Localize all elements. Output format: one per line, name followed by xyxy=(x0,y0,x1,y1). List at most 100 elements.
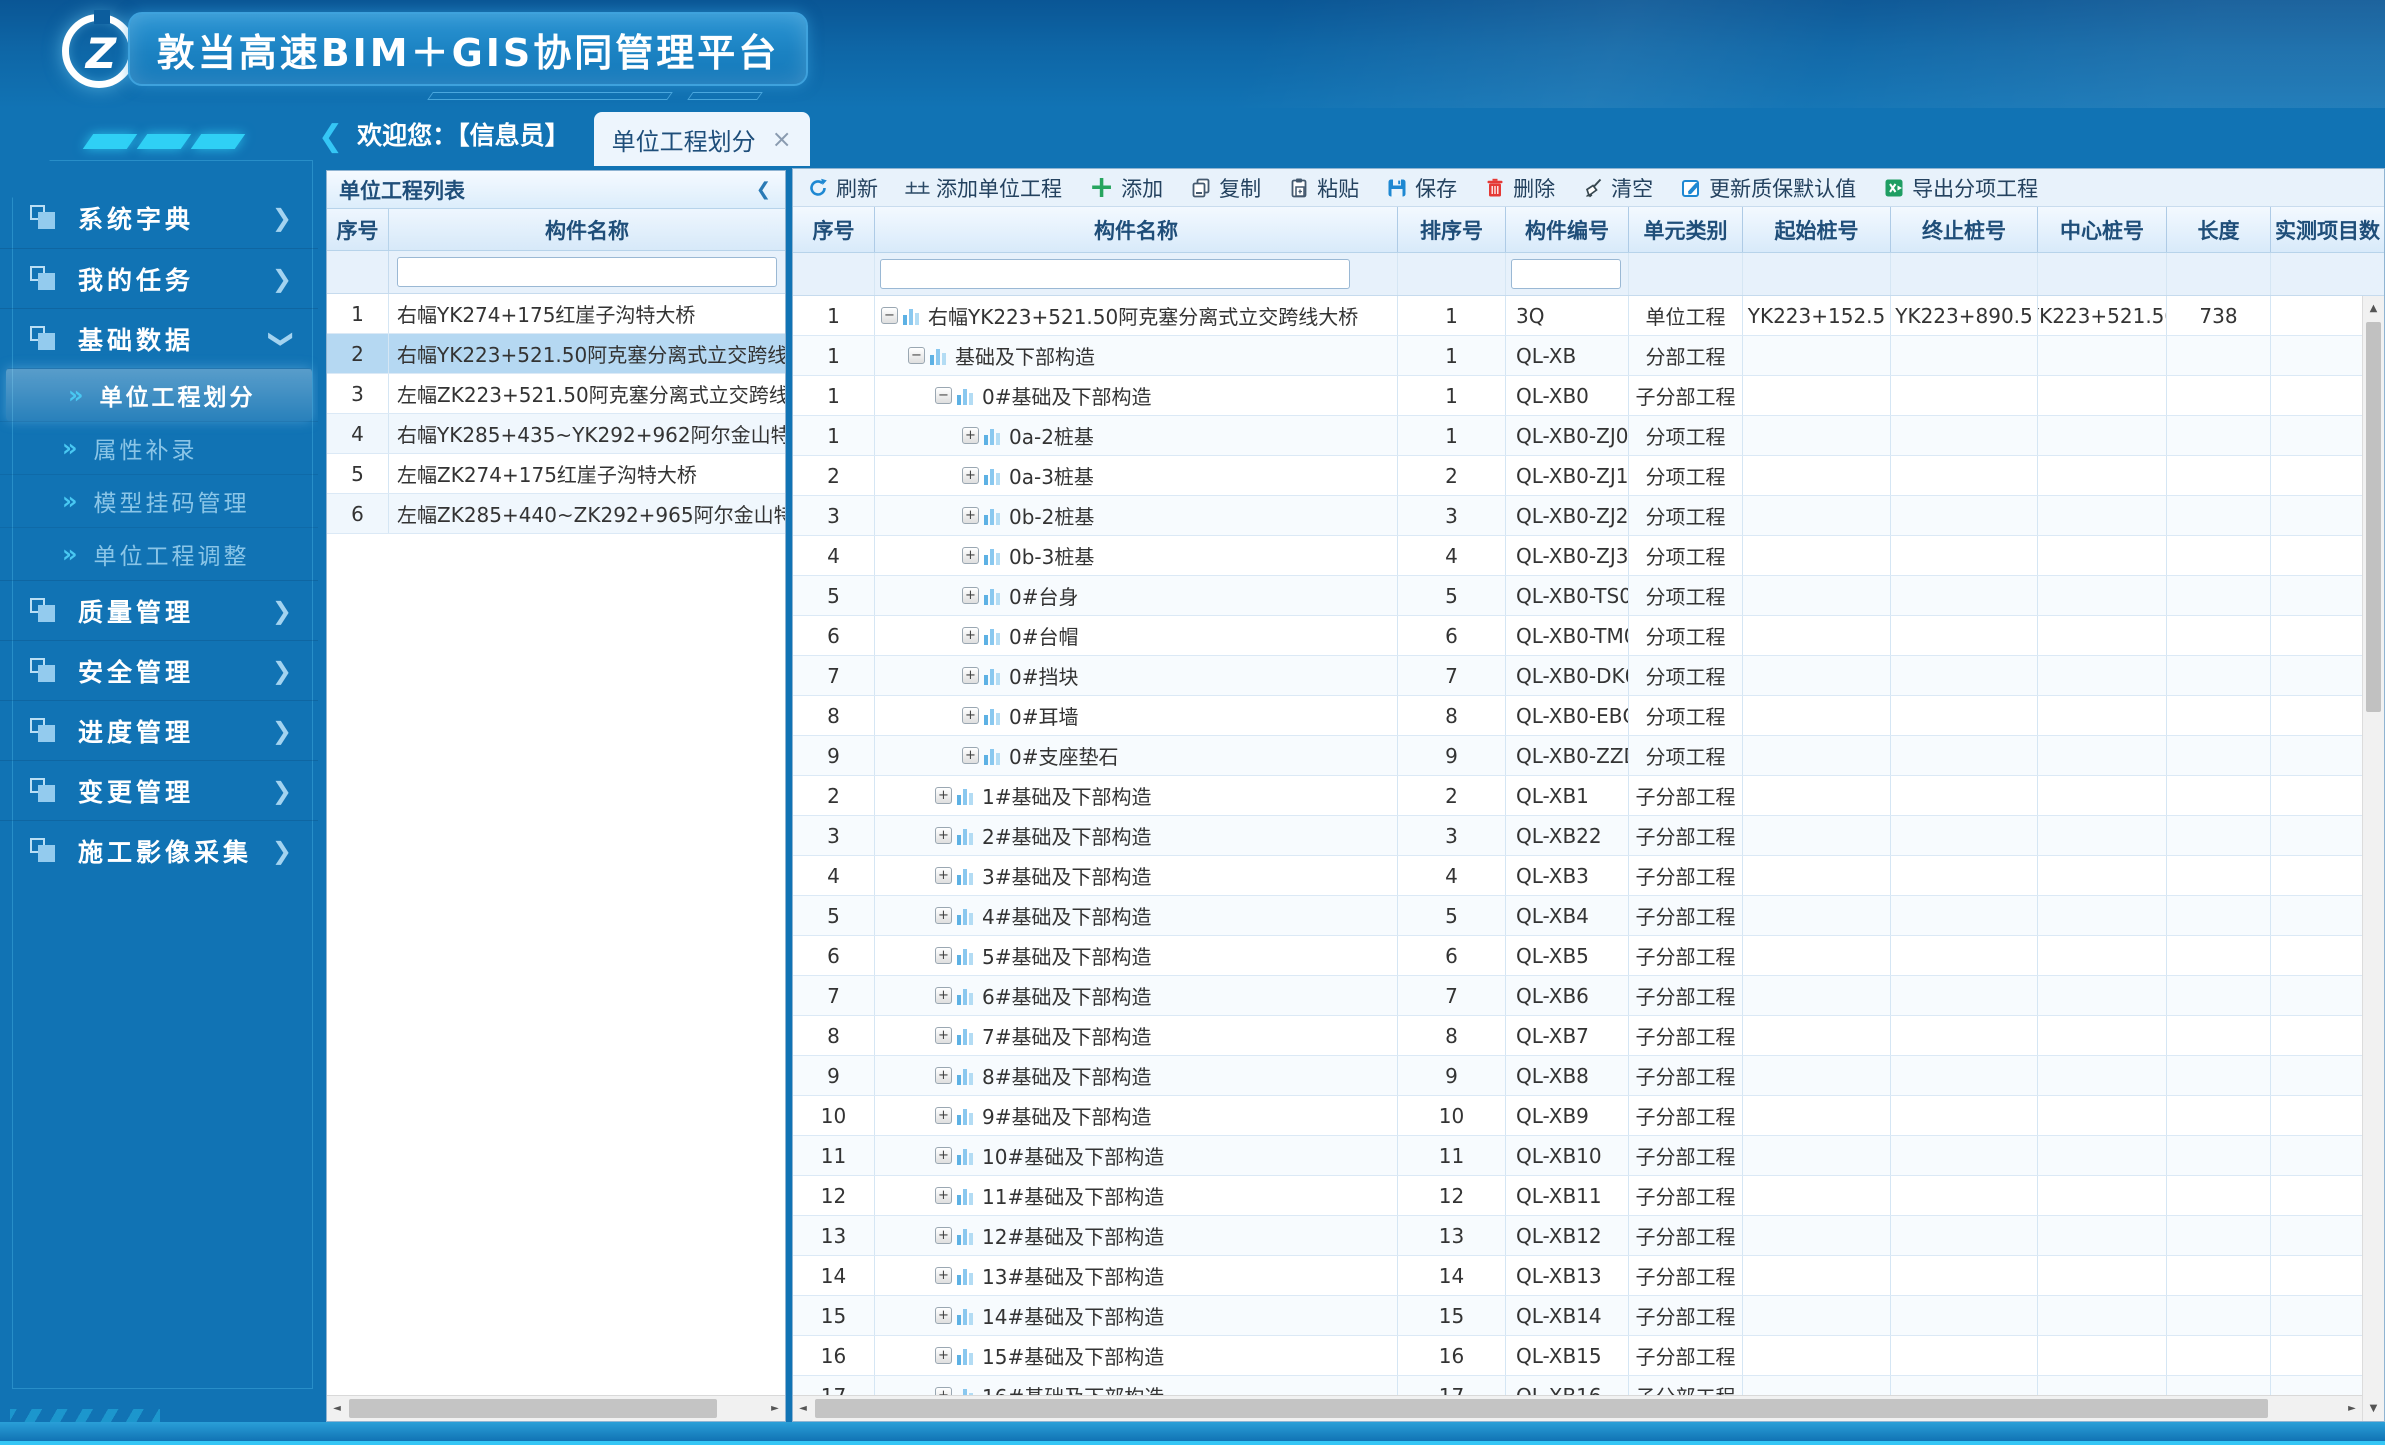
column-header[interactable]: 排序号 xyxy=(1398,207,1506,252)
expand-node-icon[interactable]: + xyxy=(962,427,979,444)
sidebar-item-my-tasks[interactable]: 我的任务❯ xyxy=(0,248,318,308)
sidebar-item-change-management[interactable]: 变更管理❯ xyxy=(0,760,318,820)
unit-list-row[interactable]: 3左幅ZK223+521.50阿克塞分离式立交跨线大桥 xyxy=(327,374,785,414)
table-row[interactable]: 6+5#基础及下部构造6QL-XB5子分部工程 xyxy=(793,936,2384,976)
table-row[interactable]: 1−0#基础及下部构造1QL-XB0子分部工程 xyxy=(793,376,2384,416)
component-code-filter-input[interactable] xyxy=(1511,259,1621,289)
table-row[interactable]: 5+0#台身5QL-XB0-TS0分项工程 xyxy=(793,576,2384,616)
expand-node-icon[interactable]: + xyxy=(935,787,952,804)
expand-node-icon[interactable]: + xyxy=(962,547,979,564)
expand-node-icon[interactable]: + xyxy=(935,827,952,844)
column-header[interactable]: 序号 xyxy=(793,207,875,252)
table-row[interactable]: 8+0#耳墙8QL-XB0-EBQ0分项工程 xyxy=(793,696,2384,736)
delete-button[interactable]: 删除 xyxy=(1484,173,1555,203)
expand-node-icon[interactable]: + xyxy=(962,627,979,644)
copy-button[interactable]: 复制 xyxy=(1190,173,1261,203)
expand-node-icon[interactable]: + xyxy=(935,1307,952,1324)
scroll-left-icon[interactable]: ◄ xyxy=(793,1396,813,1421)
column-header[interactable]: 起始桩号 xyxy=(1743,207,1891,252)
table-row[interactable]: 11+10#基础及下部构造11QL-XB10子分部工程 xyxy=(793,1136,2384,1176)
column-header[interactable]: 构件编号 xyxy=(1506,207,1629,252)
sidebar-item-safety-management[interactable]: 安全管理❯ xyxy=(0,640,318,700)
expand-node-icon[interactable]: + xyxy=(962,507,979,524)
expand-node-icon[interactable]: + xyxy=(935,1187,952,1204)
table-row[interactable]: 10+9#基础及下部构造10QL-XB9子分部工程 xyxy=(793,1096,2384,1136)
table-row[interactable]: 7+0#挡块7QL-XB0-DK0分项工程 xyxy=(793,656,2384,696)
sidebar-item-quality-management[interactable]: 质量管理❯ xyxy=(0,580,318,640)
collapse-node-icon[interactable]: − xyxy=(935,387,952,404)
table-row[interactable]: 2+0a-3桩基2QL-XB0-ZJ1分项工程 xyxy=(793,456,2384,496)
table-row[interactable]: 1−基础及下部构造1QL-XB分部工程 xyxy=(793,336,2384,376)
sidebar-item-unit-project-division[interactable]: »单位工程划分 xyxy=(6,368,312,421)
column-header-name[interactable]: 构件名称 xyxy=(389,209,785,250)
expand-node-icon[interactable]: + xyxy=(962,587,979,604)
table-row[interactable]: 6+0#台帽6QL-XB0-TM0分项工程 xyxy=(793,616,2384,656)
column-header-seq[interactable]: 序号 xyxy=(327,209,389,250)
table-row[interactable]: 2+1#基础及下部构造2QL-XB1子分部工程 xyxy=(793,776,2384,816)
expand-node-icon[interactable]: + xyxy=(962,707,979,724)
expand-node-icon[interactable]: + xyxy=(962,747,979,764)
scroll-down-icon[interactable]: ▼ xyxy=(2363,1398,2384,1418)
expand-node-icon[interactable]: + xyxy=(935,907,952,924)
table-row[interactable]: 9+8#基础及下部构造9QL-XB8子分部工程 xyxy=(793,1056,2384,1096)
unit-list-row[interactable]: 4右幅YK285+435~YK292+962阿尔金山特长隧道 xyxy=(327,414,785,454)
tab-unit-project-division[interactable]: 单位工程划分 × xyxy=(594,112,810,166)
unit-name-filter-input[interactable] xyxy=(397,257,777,287)
tab-close-icon[interactable]: × xyxy=(772,125,792,153)
sidebar-item-unit-project-adjustment[interactable]: »单位工程调整 xyxy=(0,527,318,580)
export-subprojects-button[interactable]: 导出分项工程 xyxy=(1883,173,2038,203)
table-row[interactable]: 7+6#基础及下部构造7QL-XB6子分部工程 xyxy=(793,976,2384,1016)
scrollbar-thumb[interactable] xyxy=(349,1399,717,1418)
expand-node-icon[interactable]: + xyxy=(962,667,979,684)
add-unit-project-button[interactable]: 土土 添加单位工程 xyxy=(905,173,1062,203)
table-row[interactable]: 9+0#支座垫石9QL-XB0-ZZDS0分项工程 xyxy=(793,736,2384,776)
sidebar-item-construction-image-collection[interactable]: 施工影像采集❯ xyxy=(0,820,318,880)
column-header[interactable]: 单元类别 xyxy=(1629,207,1743,252)
collapse-panel-icon[interactable]: ❮ xyxy=(756,179,771,200)
tabs-scroll-left-icon[interactable]: ❮ xyxy=(318,119,343,154)
table-row[interactable]: 16+15#基础及下部构造16QL-XB15子分部工程 xyxy=(793,1336,2384,1376)
table-row[interactable]: 3+0b-2桩基3QL-XB0-ZJ2分项工程 xyxy=(793,496,2384,536)
table-row[interactable]: 3+2#基础及下部构造3QL-XB22子分部工程 xyxy=(793,816,2384,856)
table-row[interactable]: 1−右幅YK223+521.50阿克塞分离式立交跨线大桥13Q单位工程YK223… xyxy=(793,296,2384,336)
expand-node-icon[interactable]: + xyxy=(935,987,952,1004)
expand-node-icon[interactable]: + xyxy=(935,1347,952,1364)
scrollbar-thumb[interactable] xyxy=(2366,322,2381,712)
table-row[interactable]: 13+12#基础及下部构造13QL-XB12子分部工程 xyxy=(793,1216,2384,1256)
save-button[interactable]: 保存 xyxy=(1386,173,1457,203)
column-header[interactable]: 中心桩号 xyxy=(2038,207,2167,252)
clear-button[interactable]: 清空 xyxy=(1582,173,1653,203)
column-header[interactable]: 构件名称 xyxy=(875,207,1398,252)
paste-button[interactable]: 粘贴 xyxy=(1288,173,1359,203)
sidebar-item-attribute-supplement[interactable]: »属性补录 xyxy=(0,421,318,474)
expand-node-icon[interactable]: + xyxy=(935,947,952,964)
refresh-button[interactable]: 刷新 xyxy=(807,173,878,203)
column-header[interactable]: 终止桩号 xyxy=(1891,207,2038,252)
sidebar-item-basic-data[interactable]: 基础数据❯ xyxy=(0,308,318,368)
table-row[interactable]: 5+4#基础及下部构造5QL-XB4子分部工程 xyxy=(793,896,2384,936)
column-header[interactable]: 实测项目数 xyxy=(2271,207,2384,252)
unit-list-row[interactable]: 2右幅YK223+521.50阿克塞分离式立交跨线大桥 xyxy=(327,334,785,374)
expand-node-icon[interactable]: + xyxy=(935,1227,952,1244)
expand-node-icon[interactable]: + xyxy=(935,1387,952,1395)
table-row[interactable]: 1+0a-2桩基1QL-XB0-ZJ0分项工程 xyxy=(793,416,2384,456)
column-header[interactable]: 长度 xyxy=(2167,207,2271,252)
table-row[interactable]: 12+11#基础及下部构造12QL-XB11子分部工程 xyxy=(793,1176,2384,1216)
table-row[interactable]: 8+7#基础及下部构造8QL-XB7子分部工程 xyxy=(793,1016,2384,1056)
component-name-filter-input[interactable] xyxy=(880,259,1350,289)
unit-list-row[interactable]: 6左幅ZK285+440~ZK292+965阿尔金山特长隧道 xyxy=(327,494,785,534)
add-button[interactable]: + 添加 xyxy=(1089,173,1163,203)
table-row[interactable]: 4+3#基础及下部构造4QL-XB3子分部工程 xyxy=(793,856,2384,896)
sidebar-item-progress-management[interactable]: 进度管理❯ xyxy=(0,700,318,760)
collapse-node-icon[interactable]: − xyxy=(908,347,925,364)
expand-node-icon[interactable]: + xyxy=(935,1067,952,1084)
expand-node-icon[interactable]: + xyxy=(935,1267,952,1284)
scrollbar-thumb[interactable] xyxy=(815,1399,2268,1418)
update-quality-defaults-button[interactable]: 更新质保默认值 xyxy=(1680,173,1856,203)
scroll-right-icon[interactable]: ► xyxy=(2342,1396,2362,1421)
sidebar-item-model-code-management[interactable]: »模型挂码管理 xyxy=(0,474,318,527)
sidebar-item-system-dictionary[interactable]: 系统字典❯ xyxy=(0,188,318,248)
expand-node-icon[interactable]: + xyxy=(962,467,979,484)
scroll-up-icon[interactable]: ▲ xyxy=(2363,298,2384,318)
expand-node-icon[interactable]: + xyxy=(935,1027,952,1044)
